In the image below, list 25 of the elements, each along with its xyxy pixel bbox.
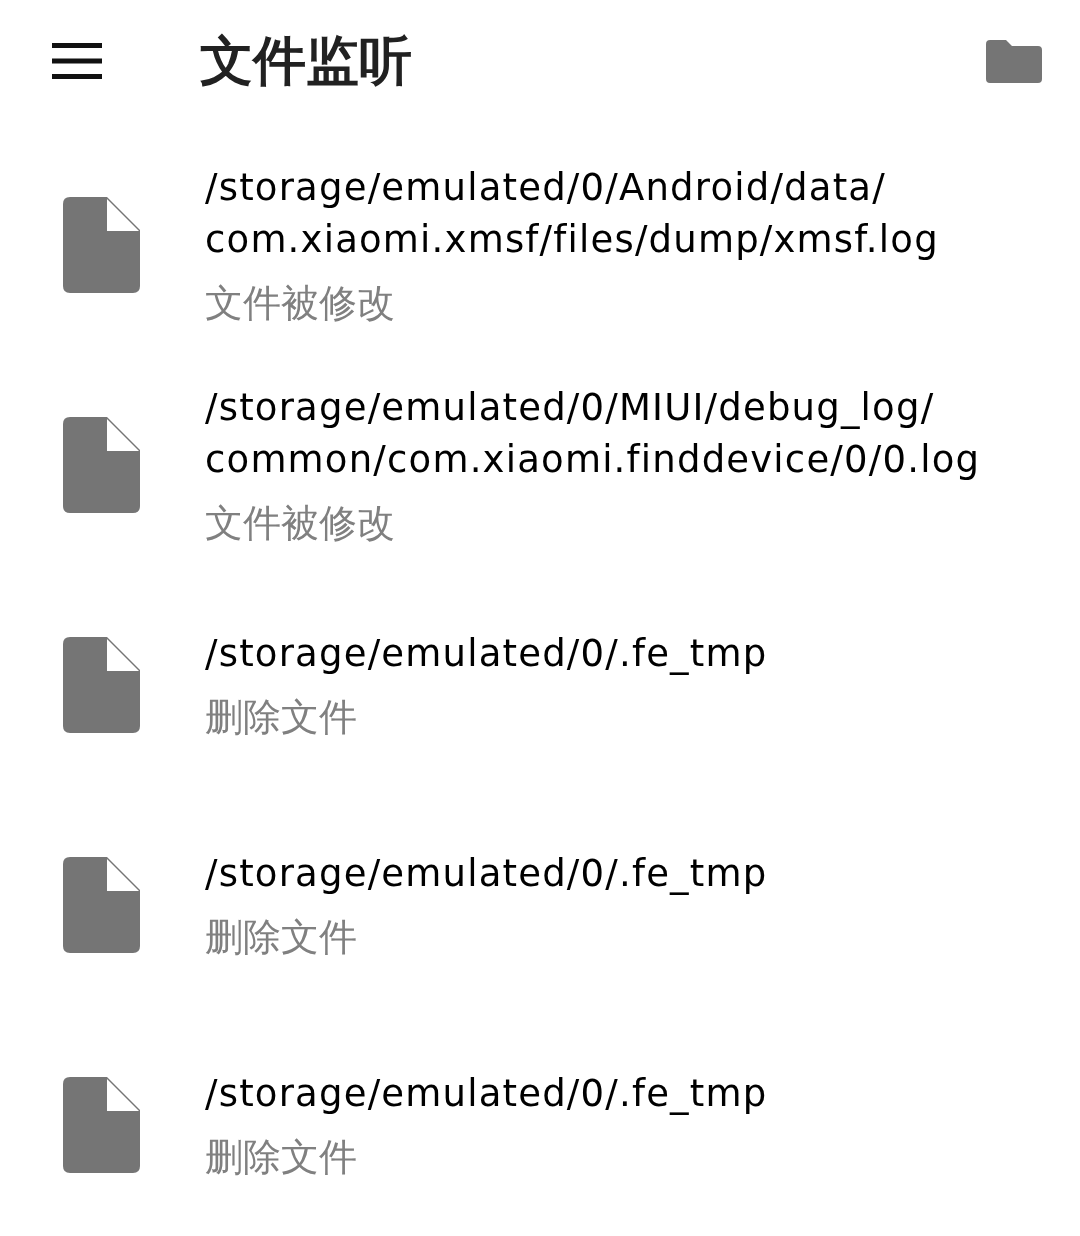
file-icon bbox=[63, 857, 140, 953]
file-icon bbox=[63, 197, 140, 293]
file-path: /storage/emulated/0/.fe_tmp bbox=[205, 630, 768, 677]
event-description: 文件被修改 bbox=[205, 279, 395, 327]
menu-button[interactable] bbox=[52, 43, 102, 79]
file-path: /storage/emulated/0/MIUI/debug_log/common/com.xiaomi.finddevice/0/0.log bbox=[205, 384, 982, 483]
file-event-item[interactable]: /storage/emulated/0/.fe_tmp 删除文件 bbox=[0, 795, 1080, 1015]
file-event-item[interactable]: /storage/emulated/0/Android/data/com.xiaomi.xmsf/files/dump/xmsf.log 文件被修改 bbox=[0, 135, 1080, 355]
event-description: 文件被修改 bbox=[205, 499, 395, 547]
file-icon bbox=[63, 417, 140, 513]
file-icon bbox=[63, 1077, 140, 1173]
file-path: /storage/emulated/0/.fe_tmp bbox=[205, 1070, 768, 1117]
file-event-item[interactable]: /storage/emulated/0/.fe_tmp 删除文件 bbox=[0, 575, 1080, 795]
file-icon bbox=[63, 637, 140, 733]
folder-button[interactable] bbox=[986, 39, 1042, 83]
file-event-item[interactable]: /storage/emulated/0/MIUI/debug_log/common/com.xiaomi.finddevice/0/0.log 文件被修改 bbox=[0, 355, 1080, 575]
file-event-item[interactable]: /storage/emulated/0/.fe_tmp 删除文件 bbox=[0, 1015, 1080, 1235]
event-description: 删除文件 bbox=[205, 693, 357, 741]
app-title: 文件监听 bbox=[200, 29, 412, 93]
menu-icon bbox=[52, 43, 102, 79]
file-path: /storage/emulated/0/.fe_tmp bbox=[205, 850, 768, 897]
file-path: /storage/emulated/0/Android/data/com.xiaomi.xmsf/files/dump/xmsf.log bbox=[205, 164, 940, 263]
event-description: 删除文件 bbox=[205, 913, 357, 961]
folder-icon bbox=[986, 39, 1042, 83]
event-description: 删除文件 bbox=[205, 1133, 357, 1181]
